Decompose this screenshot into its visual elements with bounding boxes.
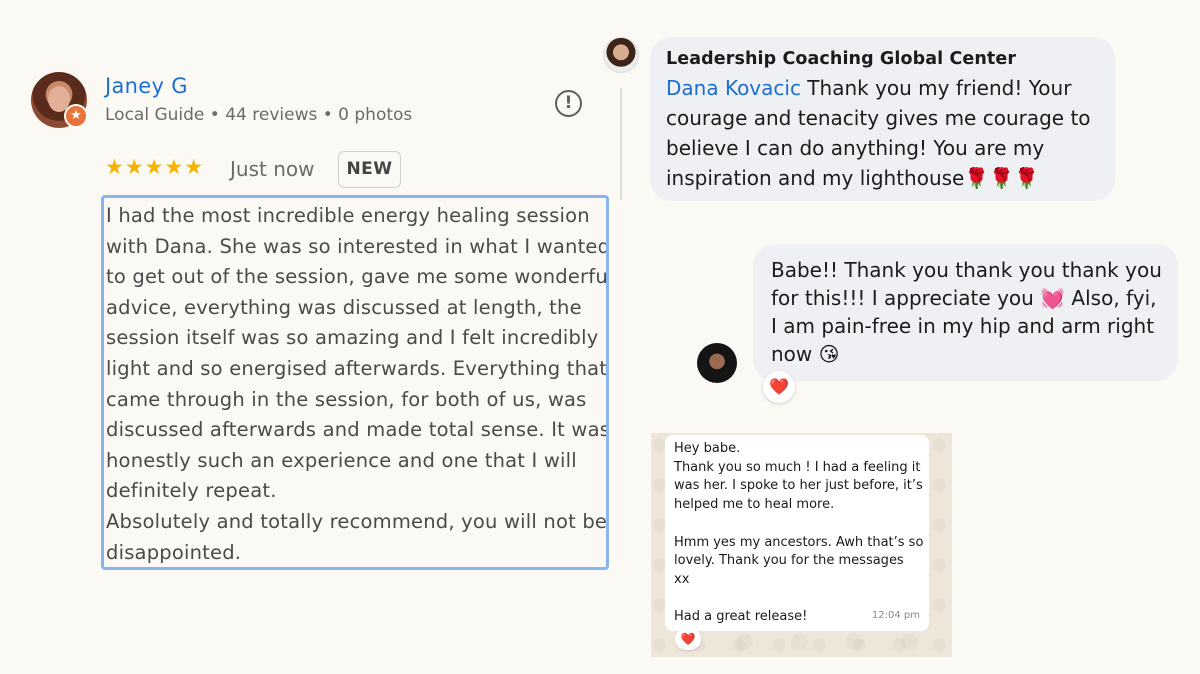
new-badge: NEW <box>338 151 401 188</box>
mention-link[interactable]: Dana Kovacic <box>666 76 801 100</box>
commenter-avatar[interactable] <box>603 37 639 73</box>
heart-reaction-icon[interactable]: ❤️ <box>763 371 795 403</box>
review-line: honestly such an experience and one that… <box>106 448 577 472</box>
comment-line: I am pain-free in my hip and arm right <box>771 314 1155 338</box>
star-rating: ★★★★★ <box>105 155 205 179</box>
comment-bubble: Babe!! Thank you thank you thank you for… <box>753 244 1178 381</box>
message-line: Hmm yes my ancestors. Awh that’s so <box>674 534 924 550</box>
comment-line: Thank you my friend! Your <box>800 76 1072 100</box>
comment-line: for this!!! I appreciate you 💓 Also, fyi… <box>771 286 1157 310</box>
comment-bubble: Leadership Coaching Global Center Dana K… <box>650 37 1115 201</box>
comment-line: Babe!! Thank you thank you thank you <box>771 258 1162 282</box>
review-line: Absolutely and totally recommend, you wi… <box>106 509 608 533</box>
review-body: I had the most incredible energy healing… <box>101 195 609 570</box>
review-line: to get out of the session, gave me some … <box>106 265 609 289</box>
message-line: helped me to heal more. <box>674 497 835 513</box>
comment-text: Dana Kovacic Thank you my friend! Your c… <box>666 73 1115 193</box>
review-line: with Dana. She was so interested in what… <box>106 234 609 258</box>
review-line: discussed afterwards and made total sens… <box>106 418 609 442</box>
message-time: 12:04 pm <box>871 610 920 622</box>
review-line: came through in the session, for both of… <box>106 387 587 411</box>
reviewer-name[interactable]: Janey G <box>105 74 188 98</box>
message-line: xx <box>674 571 690 587</box>
message-line: lovely. Thank you for the messages <box>674 553 904 569</box>
comment-line: now 😘 <box>771 342 840 366</box>
message-line: Thank you so much ! I had a feeling it <box>674 459 921 475</box>
review-line: light and so energised afterwards. Every… <box>106 356 608 380</box>
reviewer-meta: Local Guide • 44 reviews • 0 photos <box>105 105 413 125</box>
chat-message-bubble: Hey babe. Thank you so much ! I had a fe… <box>665 435 929 631</box>
comment-line: inspiration and my lighthouse🌹🌹🌹 <box>666 166 1040 190</box>
heart-reaction-icon[interactable]: ❤️ <box>675 628 701 650</box>
review-line: definitely repeat. <box>106 479 277 503</box>
message-line: Hey babe. <box>674 441 741 456</box>
review-time: Just now <box>230 157 315 181</box>
message-line <box>674 515 929 534</box>
comment-line: believe I can do anything! You are my <box>666 136 1045 160</box>
review-line: I had the most incredible energy healing… <box>106 204 590 227</box>
message-line <box>674 590 929 609</box>
message-line: was her. I spoke to her just before, it’… <box>674 478 923 494</box>
thread-divider <box>620 88 622 200</box>
comment-author[interactable]: Leadership Coaching Global Center <box>666 49 1115 69</box>
comment-line: courage and tenacity gives me courage to <box>666 106 1091 130</box>
local-guide-star-icon: ★ <box>64 104 88 128</box>
review-line: advice, everything was discussed at leng… <box>106 295 582 319</box>
review-line: disappointed. <box>106 540 242 564</box>
commenter-avatar[interactable] <box>697 343 737 383</box>
review-line: session itself was so amazing and I felt… <box>106 326 599 350</box>
report-icon[interactable]: ! <box>555 90 582 117</box>
